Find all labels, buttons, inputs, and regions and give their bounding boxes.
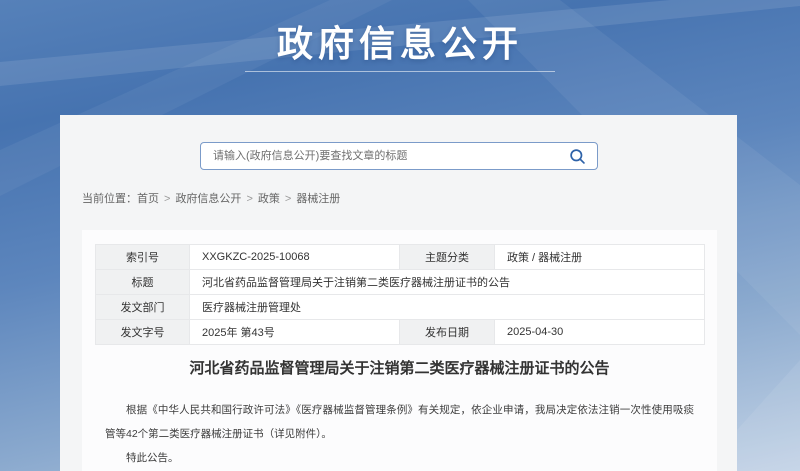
doc-number-value-cell: 2025年 第43号 [190, 320, 400, 345]
table-row: 标题 河北省药品监督管理局关于注销第二类医疗器械注册证书的公告 [96, 270, 705, 295]
index-label-cell: 索引号 [96, 245, 190, 270]
article-title: 河北省药品监督管理局关于注销第二类医疗器械注册证书的公告 [95, 357, 704, 378]
doc-number-label-cell: 发文字号 [96, 320, 190, 345]
breadcrumb-item-home[interactable]: 首页 [137, 193, 159, 205]
breadcrumb-separator: > [246, 193, 252, 205]
breadcrumb: 当前位置：首页 > 政府信息公开 > 政策 > 器械注册 [82, 192, 340, 206]
table-row: 发文部门 医疗器械注册管理处 [96, 295, 705, 320]
title-value-cell: 河北省药品监督管理局关于注销第二类医疗器械注册证书的公告 [190, 270, 705, 295]
page-background: 政府信息公开 当前位置：首页 > 政府信息公开 > 政策 > 器械注册 索引号 [0, 0, 800, 471]
main-panel: 当前位置：首页 > 政府信息公开 > 政策 > 器械注册 索引号 XXGKZC-2025-1… [60, 115, 737, 471]
breadcrumb-item-policy[interactable]: 政策 [258, 193, 280, 205]
department-value-cell: 医疗器械注册管理处 [190, 295, 705, 320]
meta-table: 索引号 XXGKZC-2025-10068 主题分类 政策 / 器械注册 标题 … [95, 244, 705, 345]
table-row: 发文字号 2025年 第43号 发布日期 2025-04-30 [96, 320, 705, 345]
breadcrumb-item-gov-info[interactable]: 政府信息公开 [175, 193, 241, 205]
title-label-cell: 标题 [96, 270, 190, 295]
page-title: 政府信息公开 [0, 15, 800, 67]
search-icon[interactable] [569, 148, 586, 165]
article-body: 根据《中华人民共和国行政许可法》《医疗器械监督管理条例》有关规定，依企业申请，我… [95, 398, 704, 470]
breadcrumb-separator: > [164, 193, 170, 205]
index-value-cell: XXGKZC-2025-10068 [190, 245, 400, 270]
search-bar [200, 142, 598, 170]
publish-date-value-cell: 2025-04-30 [495, 320, 705, 345]
table-row: 索引号 XXGKZC-2025-10068 主题分类 政策 / 器械注册 [96, 245, 705, 270]
title-underline [245, 71, 555, 72]
breadcrumb-separator: > [285, 193, 291, 205]
publish-date-label-cell: 发布日期 [400, 320, 495, 345]
search-input[interactable] [201, 143, 569, 169]
category-value-cell: 政策 / 器械注册 [495, 245, 705, 270]
breadcrumb-label: 当前位置： [82, 193, 137, 205]
article-card: 索引号 XXGKZC-2025-10068 主题分类 政策 / 器械注册 标题 … [82, 230, 717, 471]
category-label-cell: 主题分类 [400, 245, 495, 270]
article-paragraph: 特此公告。 [105, 446, 694, 470]
department-label-cell: 发文部门 [96, 295, 190, 320]
article-paragraph: 根据《中华人民共和国行政许可法》《医疗器械监督管理条例》有关规定，依企业申请，我… [105, 398, 694, 446]
breadcrumb-item-device-registration[interactable]: 器械注册 [296, 193, 340, 205]
